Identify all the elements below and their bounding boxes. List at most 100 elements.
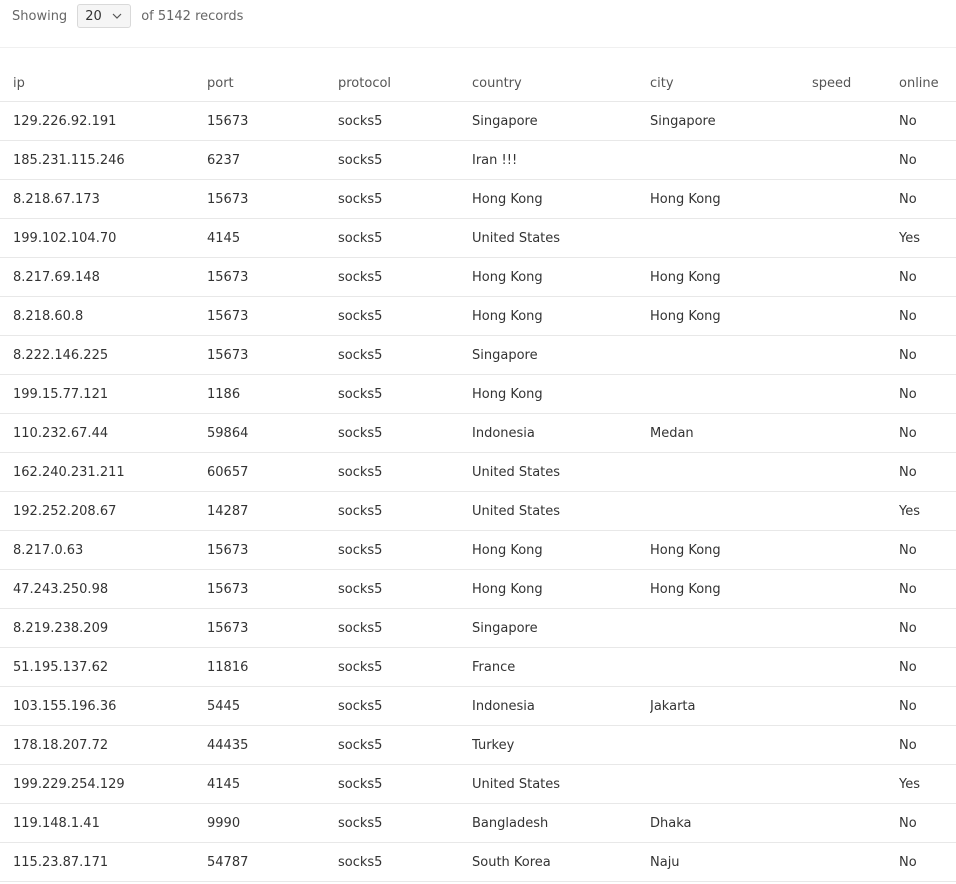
cell-speed xyxy=(812,842,899,882)
column-header-ip[interactable]: ip xyxy=(0,66,207,102)
cell-online: Yes xyxy=(899,218,956,258)
cell-port: 11816 xyxy=(207,647,338,687)
total-records-label: of 5142 records xyxy=(141,8,244,24)
cell-speed xyxy=(812,764,899,804)
cell-online: No xyxy=(899,257,956,297)
table-row[interactable]: 192.252.208.67 14287 socks5 United States Ye… xyxy=(0,491,956,531)
cell-online: No xyxy=(899,335,956,375)
table-row[interactable]: 199.229.254.129 4145 socks5 United States Ye… xyxy=(0,764,956,804)
cell-ip: 199.229.254.129 xyxy=(0,764,207,804)
cell-ip: 185.231.115.246 xyxy=(0,140,207,180)
cell-protocol: socks5 xyxy=(338,374,472,414)
cell-city: Medan xyxy=(650,413,812,453)
cell-port: 1186 xyxy=(207,374,338,414)
table-row[interactable]: 8.218.67.173 15673 socks5 Hong Kong Hong Kon… xyxy=(0,179,956,219)
cell-protocol: socks5 xyxy=(338,140,472,180)
cell-online: No xyxy=(899,803,956,843)
column-header-country[interactable]: country xyxy=(472,66,650,102)
cell-city xyxy=(650,608,812,648)
cell-speed xyxy=(812,140,899,180)
cell-country: Singapore xyxy=(472,608,650,648)
records-table: ip port protocol country city speed onli… xyxy=(0,66,956,882)
table-row[interactable]: 103.155.196.36 5445 socks5 Indonesia Jakarta… xyxy=(0,686,956,726)
cell-port: 15673 xyxy=(207,296,338,336)
table-row[interactable]: 8.218.60.8 15673 socks5 Hong Kong Hong Kong N… xyxy=(0,296,956,336)
column-header-protocol[interactable]: protocol xyxy=(338,66,472,102)
cell-country: Indonesia xyxy=(472,413,650,453)
cell-protocol: socks5 xyxy=(338,647,472,687)
cell-ip: 8.217.69.148 xyxy=(0,257,207,297)
column-header-port[interactable]: port xyxy=(207,66,338,102)
column-header-city[interactable]: city xyxy=(650,66,812,102)
cell-speed xyxy=(812,647,899,687)
cell-city xyxy=(650,647,812,687)
cell-country: Hong Kong xyxy=(472,530,650,570)
cell-speed xyxy=(812,374,899,414)
cell-speed xyxy=(812,725,899,765)
cell-port: 4145 xyxy=(207,764,338,804)
table-row[interactable]: 129.226.92.191 15673 socks5 Singapore Singap… xyxy=(0,101,956,141)
column-header-speed[interactable]: speed xyxy=(812,66,899,102)
cell-ip: 8.218.67.173 xyxy=(0,179,207,219)
cell-country: Hong Kong xyxy=(472,179,650,219)
cell-country: United States xyxy=(472,491,650,531)
cell-country: Hong Kong xyxy=(472,257,650,297)
table-row[interactable]: 199.102.104.70 4145 socks5 United States Yes xyxy=(0,218,956,258)
pagination-bar: Showing 20 of 5142 records xyxy=(12,3,243,29)
cell-protocol: socks5 xyxy=(338,608,472,648)
cell-speed xyxy=(812,335,899,375)
cell-protocol: socks5 xyxy=(338,803,472,843)
table-row[interactable]: 51.195.137.62 11816 socks5 France No xyxy=(0,647,956,687)
table-row[interactable]: 162.240.231.211 60657 socks5 United States N… xyxy=(0,452,956,492)
table-row[interactable]: 178.18.207.72 44435 socks5 Turkey No xyxy=(0,725,956,765)
page-size-value: 20 xyxy=(85,8,102,24)
cell-speed xyxy=(812,452,899,492)
table-row[interactable]: 185.231.115.246 6237 socks5 Iran !!! No xyxy=(0,140,956,180)
cell-online: No xyxy=(899,101,956,141)
cell-speed xyxy=(812,803,899,843)
cell-protocol: socks5 xyxy=(338,101,472,141)
cell-port: 15673 xyxy=(207,530,338,570)
cell-city: Naju xyxy=(650,842,812,882)
table-header-row: ip port protocol country city speed onli… xyxy=(0,66,956,102)
table-row[interactable]: 8.219.238.209 15673 socks5 Singapore No xyxy=(0,608,956,648)
cell-protocol: socks5 xyxy=(338,452,472,492)
cell-online: No xyxy=(899,374,956,414)
cell-port: 4145 xyxy=(207,218,338,258)
cell-protocol: socks5 xyxy=(338,725,472,765)
table-row[interactable]: 199.15.77.121 1186 socks5 Hong Kong No xyxy=(0,374,956,414)
cell-port: 60657 xyxy=(207,452,338,492)
cell-city xyxy=(650,335,812,375)
cell-port: 59864 xyxy=(207,413,338,453)
cell-country: United States xyxy=(472,218,650,258)
table-row[interactable]: 115.23.87.171 54787 socks5 South Korea Naju N… xyxy=(0,842,956,882)
cell-country: South Korea xyxy=(472,842,650,882)
cell-country: Hong Kong xyxy=(472,569,650,609)
divider xyxy=(0,47,956,48)
cell-protocol: socks5 xyxy=(338,686,472,726)
cell-speed xyxy=(812,569,899,609)
page-size-select[interactable]: 20 xyxy=(77,4,132,28)
cell-city xyxy=(650,374,812,414)
cell-online: Yes xyxy=(899,764,956,804)
cell-port: 9990 xyxy=(207,803,338,843)
cell-online: No xyxy=(899,452,956,492)
table-row[interactable]: 47.243.250.98 15673 socks5 Hong Kong Hong Ko… xyxy=(0,569,956,609)
cell-city xyxy=(650,140,812,180)
cell-country: Singapore xyxy=(472,335,650,375)
cell-country: Bangladesh xyxy=(472,803,650,843)
table-row[interactable]: 8.217.0.63 15673 socks5 Hong Kong Hong Kong N… xyxy=(0,530,956,570)
cell-ip: 192.252.208.67 xyxy=(0,491,207,531)
cell-speed xyxy=(812,491,899,531)
table-row[interactable]: 119.148.1.41 9990 socks5 Bangladesh Dhaka No xyxy=(0,803,956,843)
cell-city: Hong Kong xyxy=(650,257,812,297)
cell-protocol: socks5 xyxy=(338,257,472,297)
cell-speed xyxy=(812,101,899,141)
table-row[interactable]: 8.217.69.148 15673 socks5 Hong Kong Hong Kon… xyxy=(0,257,956,297)
cell-online: No xyxy=(899,140,956,180)
table-row[interactable]: 110.232.67.44 59864 socks5 Indonesia Medan No xyxy=(0,413,956,453)
table-row[interactable]: 8.222.146.225 15673 socks5 Singapore No xyxy=(0,335,956,375)
column-header-online[interactable]: online xyxy=(899,66,956,102)
cell-port: 15673 xyxy=(207,101,338,141)
cell-country: France xyxy=(472,647,650,687)
